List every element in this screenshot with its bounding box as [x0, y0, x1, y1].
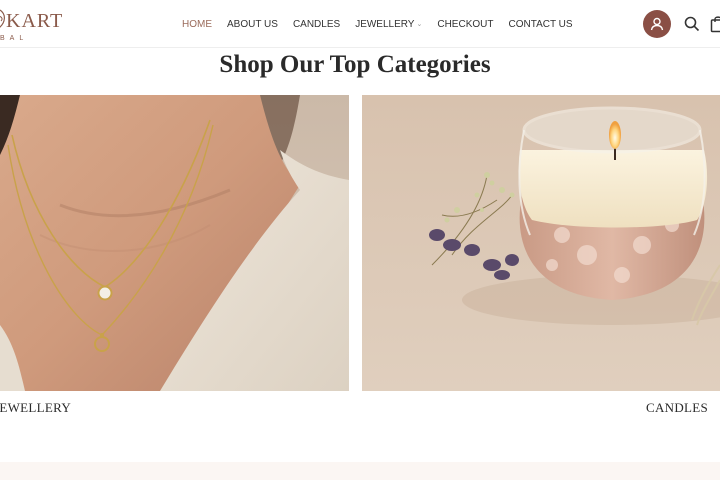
nav-checkout-label: CHECKOUT [437, 18, 494, 30]
chevron-down-icon: ⌄ [416, 21, 423, 28]
nav-candles[interactable]: CANDLES [293, 19, 340, 30]
brand-logo[interactable]: KART BAL [0, 4, 68, 46]
nav-jewellery-label: JEWELLERY [355, 18, 415, 30]
necklace-photo [0, 95, 349, 391]
site-header: KART BAL HOME ABOUT US CANDLES JEWELLERY… [0, 0, 720, 48]
nav-home[interactable]: HOME [182, 19, 212, 30]
nav-jewellery[interactable]: JEWELLERY ⌄ [355, 19, 422, 30]
nav-contact-us[interactable]: CONTACT US [508, 19, 572, 30]
user-silhouette-icon [650, 17, 664, 31]
nav-candles-label: CANDLES [292, 18, 341, 30]
search-icon[interactable] [684, 16, 700, 32]
nav-checkout[interactable]: CHECKOUT [437, 19, 493, 30]
cart-icon[interactable] [710, 15, 720, 33]
category-image-jewellery[interactable] [0, 95, 349, 391]
brand-name: KART [6, 10, 64, 32]
next-section-strip [0, 462, 720, 480]
section-title: Shop Our Top Categories [219, 51, 491, 78]
user-avatar-icon[interactable] [643, 10, 671, 38]
candle-photo [362, 95, 720, 391]
category-image-candles[interactable] [362, 95, 720, 391]
category-label-jewellery[interactable]: JEWELLERY [0, 400, 71, 416]
nav-about-us-label: ABOUT US [227, 18, 278, 30]
nav-contact-us-label: CONTACT US [508, 18, 573, 30]
brand-tagline: BAL [0, 35, 29, 42]
nav-about-us[interactable]: ABOUT US [227, 19, 278, 30]
main-nav: HOME ABOUT US CANDLES JEWELLERY ⌄ CHECKO… [182, 0, 588, 48]
nav-home-label: HOME [182, 18, 212, 30]
category-label-candles[interactable]: CANDLES [646, 400, 708, 416]
